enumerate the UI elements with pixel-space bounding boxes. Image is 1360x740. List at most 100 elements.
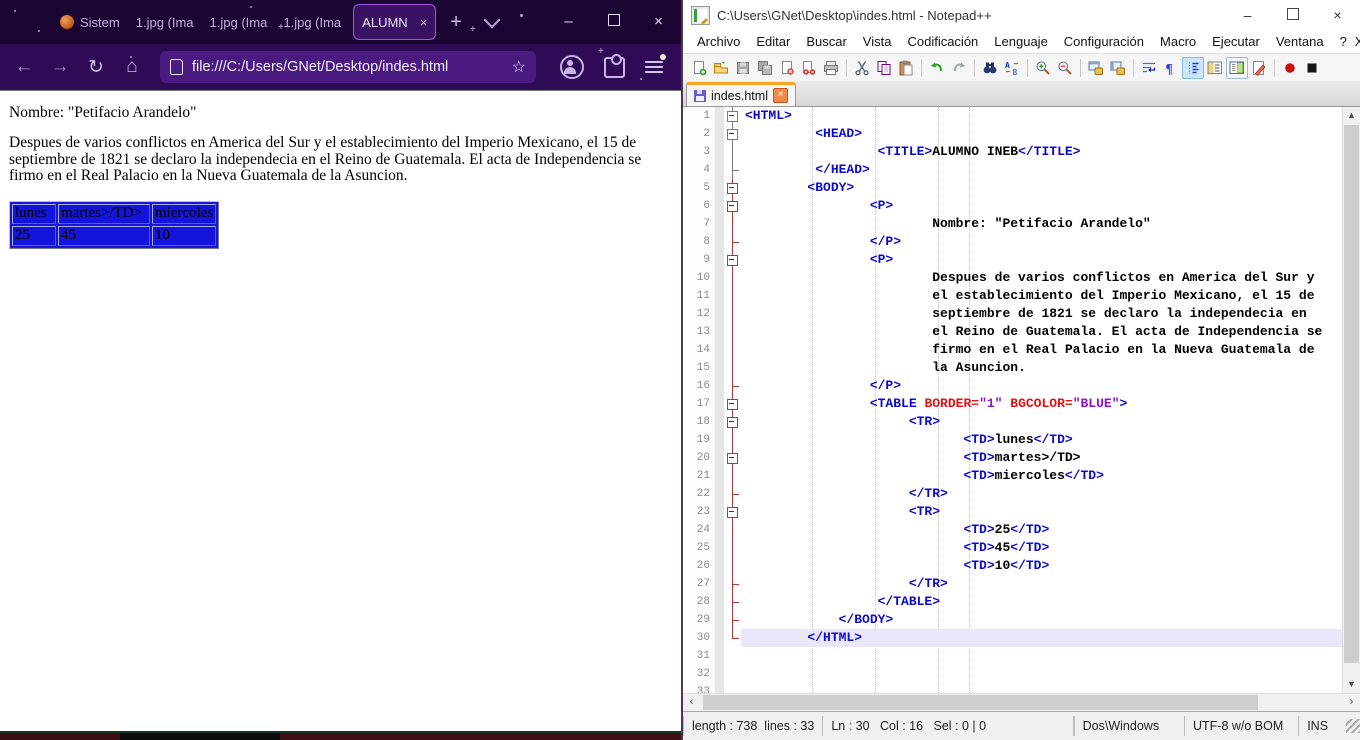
- browser-tab-2[interactable]: 1.jpg (Ima: [128, 5, 202, 39]
- code-line-33[interactable]: 33: [683, 683, 1342, 693]
- word-wrap-icon[interactable]: [1138, 57, 1160, 79]
- find-icon[interactable]: [979, 57, 1001, 79]
- doc-tab-close-icon[interactable]: ×: [772, 88, 788, 103]
- menubar-close-x[interactable]: X: [1355, 34, 1360, 49]
- doc-switcher-icon[interactable]: [1248, 57, 1270, 79]
- extensions-puzzle-icon[interactable]: [604, 53, 625, 78]
- zoom-in-icon[interactable]: [1032, 57, 1054, 79]
- browser-tab-1[interactable]: Sistem: [52, 5, 128, 39]
- fold-marker-box[interactable]: [724, 413, 741, 431]
- code-line-29[interactable]: 29 </BODY>: [683, 611, 1342, 629]
- status-insert-mode[interactable]: INS: [1299, 716, 1344, 736]
- bookmark-margin[interactable]: [715, 539, 724, 557]
- status-encoding[interactable]: UTF-8 w/o BOM: [1185, 716, 1300, 736]
- bookmark-margin[interactable]: [715, 449, 724, 467]
- code-line-31[interactable]: 31: [683, 647, 1342, 665]
- bookmark-margin[interactable]: [715, 377, 724, 395]
- bookmark-margin[interactable]: [715, 575, 724, 593]
- fold-marker-box[interactable]: [724, 503, 741, 521]
- home-button[interactable]: ⌂: [114, 56, 150, 78]
- code-line-6[interactable]: 6 <P>: [683, 197, 1342, 215]
- menu-vista[interactable]: Vista: [855, 34, 900, 49]
- print-icon[interactable]: [820, 57, 842, 79]
- bookmark-margin[interactable]: [715, 305, 724, 323]
- bookmark-margin[interactable]: [715, 503, 724, 521]
- menu-archivo[interactable]: Archivo: [689, 34, 748, 49]
- browser-tab-4[interactable]: 1.jpg (Ima: [275, 5, 349, 39]
- scroll-right-arrow[interactable]: ›: [1343, 694, 1360, 711]
- page-info-icon[interactable]: [170, 59, 183, 75]
- reload-button[interactable]: ↻: [78, 56, 114, 79]
- code-line-4[interactable]: 4 </HEAD>: [683, 161, 1342, 179]
- bookmark-margin[interactable]: [715, 107, 724, 125]
- bookmark-margin[interactable]: [715, 179, 724, 197]
- code-line-30[interactable]: 30 </HTML>: [683, 629, 1342, 647]
- fold-marker-box[interactable]: [724, 125, 741, 143]
- doc-map-icon[interactable]: [1226, 56, 1248, 79]
- menu-editar[interactable]: Editar: [748, 34, 798, 49]
- fold-marker-box[interactable]: [724, 395, 741, 413]
- doc-tab-indes[interactable]: indes.html ×: [686, 82, 796, 106]
- bookmark-star-icon[interactable]: ☆: [512, 57, 526, 77]
- code-line-32[interactable]: 32: [683, 665, 1342, 683]
- fold-marker-box[interactable]: [724, 251, 741, 269]
- npp-close-button[interactable]: ×: [1315, 7, 1360, 23]
- tab-overflow-chevron-icon[interactable]: [483, 11, 501, 29]
- bookmark-margin[interactable]: [715, 143, 724, 161]
- hscroll-thumb[interactable]: [703, 695, 1258, 710]
- bookmark-margin[interactable]: [715, 197, 724, 215]
- menu-ventana[interactable]: Ventana: [1268, 34, 1332, 49]
- code-line-8[interactable]: 8 </P>: [683, 233, 1342, 251]
- bookmark-margin[interactable]: [715, 125, 724, 143]
- redo-icon[interactable]: [948, 57, 970, 79]
- undo-icon[interactable]: [926, 57, 948, 79]
- account-icon[interactable]: [560, 55, 584, 79]
- show-all-chars-icon[interactable]: ¶: [1160, 57, 1182, 79]
- bookmark-margin[interactable]: [715, 251, 724, 269]
- menu-codificacin[interactable]: Codificación: [899, 34, 986, 49]
- bookmark-margin[interactable]: [715, 683, 724, 693]
- code-line-10[interactable]: 10 Despues de varios conflictos en Ameri…: [683, 269, 1342, 287]
- vertical-scrollbar[interactable]: ▲ ▼: [1342, 107, 1360, 693]
- code-line-19[interactable]: 19 <TD>lunes</TD>: [683, 431, 1342, 449]
- resize-grip[interactable]: [1346, 719, 1360, 733]
- replace-icon[interactable]: AB: [1001, 57, 1023, 79]
- menu-help[interactable]: ?: [1332, 34, 1355, 49]
- bookmark-margin[interactable]: [715, 431, 724, 449]
- forward-button[interactable]: →: [42, 56, 78, 78]
- code-line-14[interactable]: 14 firmo en el Real Palacio en la Nueva …: [683, 341, 1342, 359]
- code-line-26[interactable]: 26 <TD>10</TD>: [683, 557, 1342, 575]
- close-all-icon[interactable]: [798, 57, 820, 79]
- bookmark-margin[interactable]: [715, 557, 724, 575]
- bookmark-margin[interactable]: [715, 467, 724, 485]
- status-eol-format[interactable]: Dos\Windows: [1073, 716, 1185, 736]
- code-line-27[interactable]: 27 </TR>: [683, 575, 1342, 593]
- bookmark-margin[interactable]: [715, 323, 724, 341]
- function-list-icon[interactable]: [1204, 57, 1226, 79]
- fold-marker-box[interactable]: [724, 449, 741, 467]
- code-line-25[interactable]: 25 <TD>45</TD>: [683, 539, 1342, 557]
- bookmark-margin[interactable]: [715, 395, 724, 413]
- sync-scroll-h-icon[interactable]: [1107, 57, 1129, 79]
- back-button[interactable]: ←: [6, 56, 42, 78]
- menu-buscar[interactable]: Buscar: [798, 34, 854, 49]
- code-line-16[interactable]: 16 </P>: [683, 377, 1342, 395]
- code-line-1[interactable]: 1 <HTML>: [683, 107, 1342, 125]
- copy-icon[interactable]: [873, 57, 895, 79]
- code-line-28[interactable]: 28 </TABLE>: [683, 593, 1342, 611]
- code-line-13[interactable]: 13 el Reino de Guatemala. El acta de Ind…: [683, 323, 1342, 341]
- code-line-22[interactable]: 22 </TR>: [683, 485, 1342, 503]
- new-file-icon[interactable]: [688, 57, 710, 79]
- zoom-out-icon[interactable]: [1054, 57, 1076, 79]
- code-line-15[interactable]: 15 la Asuncion.: [683, 359, 1342, 377]
- code-line-9[interactable]: 9 <P>: [683, 251, 1342, 269]
- code-line-11[interactable]: 11 el establecimiento del Imperio Mexica…: [683, 287, 1342, 305]
- bookmark-margin[interactable]: [715, 665, 724, 683]
- bookmark-margin[interactable]: [715, 647, 724, 665]
- code-line-3[interactable]: 3 <TITLE>ALUMNO INEB</TITLE>: [683, 143, 1342, 161]
- browser-close-button[interactable]: ×: [636, 0, 681, 44]
- address-bar[interactable]: file:///C:/Users/GNet/Desktop/indes.html…: [160, 51, 536, 83]
- browser-maximize-button[interactable]: [591, 0, 636, 44]
- code-line-23[interactable]: 23 <TR>: [683, 503, 1342, 521]
- bookmark-margin[interactable]: [715, 593, 724, 611]
